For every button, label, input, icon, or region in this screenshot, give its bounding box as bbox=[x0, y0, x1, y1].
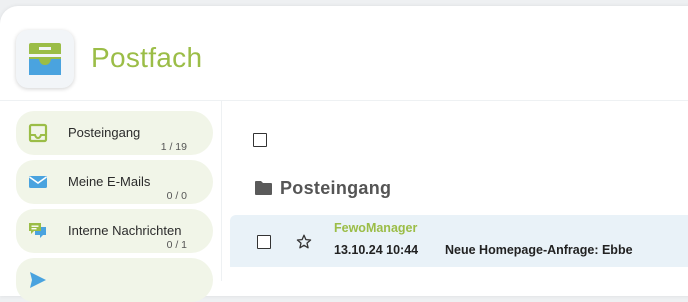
sidebar-item-label: Interne Nachrichten bbox=[68, 223, 182, 238]
inbox-icon bbox=[28, 123, 48, 143]
message-row[interactable]: FewoManager 13.10.24 10:44 Neue Homepage… bbox=[230, 215, 688, 267]
message-sender: FewoManager bbox=[334, 221, 418, 235]
app-logo bbox=[16, 30, 74, 88]
star-icon[interactable] bbox=[296, 234, 312, 250]
sidebar-item-count: 0 / 0 bbox=[166, 190, 187, 202]
envelope-icon bbox=[29, 176, 47, 188]
message-subject: Neue Homepage-Anfrage: Ebbe bbox=[445, 243, 633, 257]
send-icon bbox=[30, 272, 46, 288]
sidebar-item-count: 0 / 1 bbox=[166, 239, 187, 251]
sidebar-item-count: 1 / 19 bbox=[160, 141, 187, 153]
select-all-checkbox[interactable] bbox=[253, 133, 267, 147]
sidebar-divider bbox=[221, 101, 222, 281]
message-date: 13.10.24 10:44 bbox=[334, 243, 419, 257]
folder-title: Posteingang bbox=[280, 177, 392, 198]
folder-icon bbox=[255, 181, 272, 195]
sidebar-item-label: Meine E-Mails bbox=[68, 174, 151, 189]
message-checkbox[interactable] bbox=[257, 235, 271, 249]
sidebar-item-meine-emails[interactable]: Meine E-Mails 0 / 0 bbox=[16, 160, 213, 204]
sidebar-item-interne-nachrichten[interactable]: Interne Nachrichten 0 / 1 bbox=[16, 209, 213, 253]
header-divider bbox=[0, 100, 688, 101]
chat-icon bbox=[29, 223, 46, 238]
sidebar-item-more[interactable] bbox=[16, 258, 213, 302]
folder-heading: Posteingang bbox=[254, 177, 391, 199]
inbox-tray-icon bbox=[29, 43, 61, 75]
app-title: Postfach bbox=[91, 42, 203, 73]
sidebar-item-posteingang[interactable]: Posteingang 1 / 19 bbox=[16, 111, 213, 155]
sidebar-item-label: Posteingang bbox=[68, 125, 141, 140]
